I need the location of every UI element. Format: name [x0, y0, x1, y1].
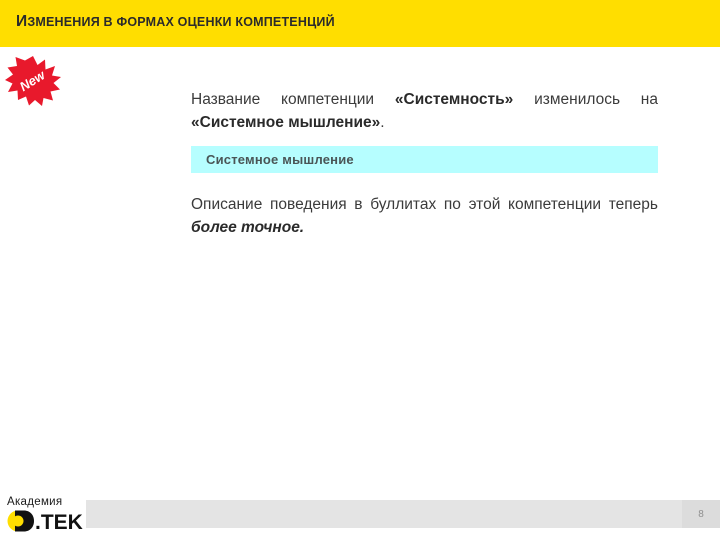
dtek-logo-inner-dot [12, 515, 24, 527]
brand-logo-academy-label: Академия [7, 496, 63, 508]
competency-highlight-label: Системное мышление [206, 152, 354, 167]
slide-content: Название компетенции «Системность» измен… [191, 88, 658, 239]
paragraph-behavior-description: Описание поведения в буллитах по этой ко… [191, 193, 658, 239]
paragraph-competency-renamed: Название компетенции «Системность» измен… [191, 88, 658, 134]
competency-highlight-box: Системное мышление [191, 146, 658, 173]
dtek-logo-wordmark: .TEK [35, 511, 83, 532]
dtek-logo-icon: .TEK [7, 510, 83, 532]
p1-old-name: «Системность» [394, 91, 514, 108]
starburst-icon: New [5, 56, 61, 106]
title-banner: Изменения в формах оценки компетенций [0, 0, 720, 47]
footer-bar [86, 500, 720, 528]
p1-part1: Название компетенции [191, 91, 395, 108]
page-title-rest: зменения в формах оценки компетенций [27, 15, 335, 29]
p2-emphasis: более точное. [191, 219, 305, 236]
p1-new-name: «Системное мышление» [191, 114, 381, 131]
page-number: 8 [698, 508, 704, 520]
p1-part3: изменилось на [513, 91, 658, 108]
new-badge: New [4, 54, 62, 106]
page-title: Изменения в формах оценки компетенций [16, 13, 335, 31]
page-number-box: 8 [682, 500, 720, 528]
p2-part1: Описание поведения в буллитах по этой ко… [191, 196, 658, 213]
page-title-first-letter: И [16, 13, 28, 30]
p1-part5: . [380, 114, 385, 131]
dtek-logo-mark: .TEK [7, 510, 85, 532]
brand-logo: Академия .TEK [7, 496, 85, 536]
